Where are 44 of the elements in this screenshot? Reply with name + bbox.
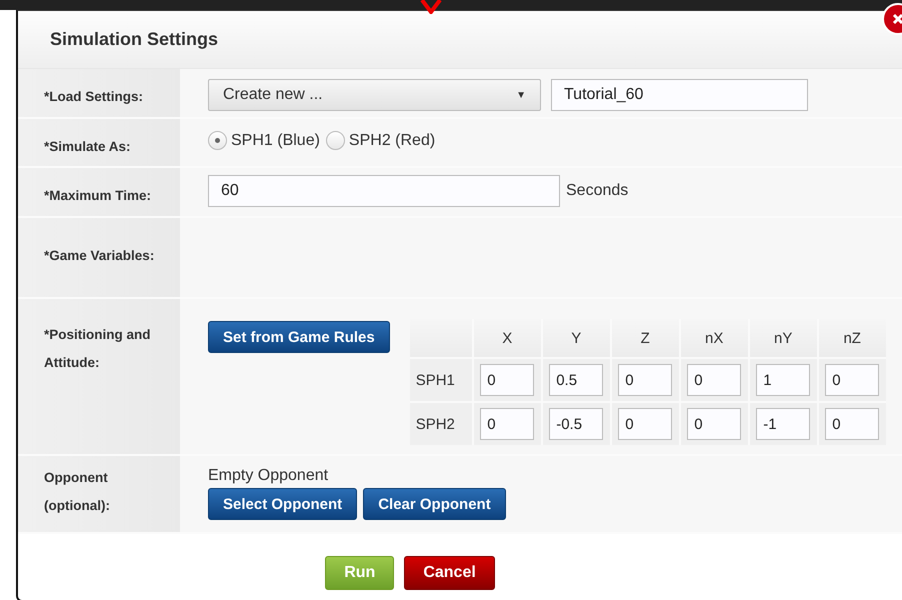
field-label: *Game Variables: xyxy=(44,247,156,265)
settings-dropdown[interactable]: Create new ... ▼ xyxy=(208,79,541,111)
coordinate-field[interactable]: -0.5 xyxy=(549,408,604,440)
field-label: *Positioning and xyxy=(44,326,152,344)
column-header: Z xyxy=(612,319,679,357)
radio-button[interactable] xyxy=(326,131,345,150)
unit-label: Seconds xyxy=(566,181,628,201)
marker-icon xyxy=(420,0,442,14)
row-header: SPH1 xyxy=(410,359,472,401)
set-from-rules-button[interactable]: Set from Game Rules xyxy=(208,321,390,353)
radio-label: SPH2 (Red) xyxy=(348,132,436,150)
caret-icon: ▼ xyxy=(516,90,526,100)
coordinate-field[interactable]: 0 xyxy=(825,408,880,440)
coordinate-field[interactable]: 0 xyxy=(687,364,742,396)
column-header: Y xyxy=(542,319,610,357)
opponent-button[interactable]: Clear Opponent xyxy=(363,488,506,520)
coordinate-field[interactable]: 0 xyxy=(480,364,534,396)
field-label: *Maximum Time: xyxy=(44,187,152,205)
field-label: *Load Settings: xyxy=(44,88,144,106)
field-label: *Simulate As: xyxy=(44,138,132,156)
coordinate-field[interactable]: 0 xyxy=(480,408,534,440)
coordinate-field[interactable]: 0 xyxy=(687,408,742,440)
column-header: nX xyxy=(680,319,748,357)
column-header: nZ xyxy=(818,319,886,357)
field-label: (optional): xyxy=(44,497,111,515)
name-field[interactable]: Tutorial_60 xyxy=(551,79,808,111)
field-label: Opponent xyxy=(44,469,109,487)
radio-label: SPH1 (Blue) xyxy=(231,132,320,150)
coordinate-field[interactable]: 0 xyxy=(825,364,880,396)
coordinate-field[interactable]: 0 xyxy=(618,408,672,440)
coordinate-field[interactable]: 0.5 xyxy=(549,364,604,396)
coordinate-field[interactable]: 1 xyxy=(756,364,810,396)
radio-button[interactable] xyxy=(208,131,227,150)
cancel-button[interactable]: Cancel xyxy=(404,556,495,590)
column-header: X xyxy=(474,319,541,357)
field-label: Attitude: xyxy=(44,354,100,372)
opponent-name: Empty Opponent xyxy=(208,466,330,486)
coordinate-field[interactable]: 0 xyxy=(618,364,672,396)
close-icon xyxy=(892,13,902,25)
column-header: nY xyxy=(750,319,817,357)
time-field[interactable]: 60 xyxy=(208,175,560,207)
opponent-button[interactable]: Select Opponent xyxy=(208,488,358,520)
row-header: SPH2 xyxy=(410,403,472,445)
coordinate-field[interactable]: -1 xyxy=(756,408,810,440)
